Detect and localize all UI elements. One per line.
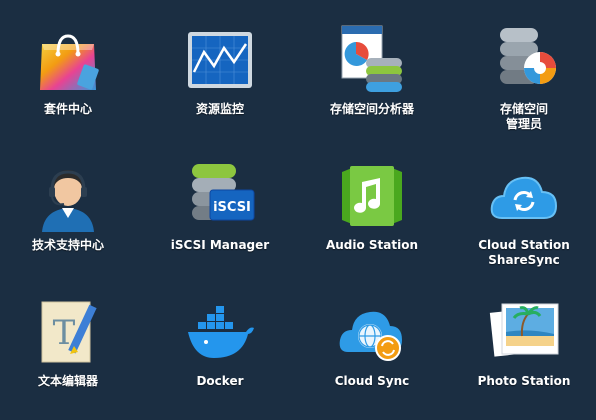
app-resource-monitor[interactable]: 资源监控 [150, 24, 290, 117]
cloud-sync-icon [339, 311, 402, 361]
resource-monitor-icon [188, 32, 252, 88]
audio-station-icon [342, 166, 402, 226]
app-support-center[interactable]: 技术支持中心 [0, 160, 138, 253]
app-label: Photo Station [477, 374, 571, 388]
app-audio-station[interactable]: Audio Station [302, 160, 442, 253]
app-storage-analyzer[interactable]: 存储空间分析器 [302, 24, 442, 117]
app-label: Cloud Station [478, 238, 570, 252]
package-center-icon [40, 34, 99, 90]
app-label-line2: 管理员 [505, 117, 542, 131]
storage-analyzer-icon [341, 25, 402, 92]
svg-text:iSCSI: iSCSI [213, 200, 251, 215]
app-label: 存储空间 [499, 102, 548, 116]
app-label: Cloud Sync [334, 374, 410, 388]
app-label: 文本编辑器 [37, 374, 98, 388]
app-label: iSCSI Manager [170, 238, 270, 252]
text-editor-icon: T [41, 301, 97, 363]
app-label: Docker [196, 374, 244, 388]
app-cloud-station-sharesync[interactable]: Cloud Station ShareSync [454, 160, 594, 268]
app-iscsi-manager[interactable]: iSCSI iSCSI Manager [150, 160, 290, 253]
app-label: 套件中心 [43, 102, 92, 116]
support-center-icon [42, 170, 94, 232]
app-label: 存储空间分析器 [329, 102, 414, 116]
cloud-station-sharesync-icon [490, 176, 558, 219]
docker-icon [188, 306, 254, 358]
app-label: Audio Station [325, 238, 419, 252]
app-grid: 套件中心 资源监控 存储空间分析器 存储空间 管理员 技术支持中心 iSCSI … [0, 0, 596, 420]
photo-station-icon [489, 303, 559, 357]
app-package-center[interactable]: 套件中心 [0, 24, 138, 117]
iscsi-manager-icon: iSCSI [192, 164, 255, 221]
app-storage-manager[interactable]: 存储空间 管理员 [454, 24, 594, 132]
storage-manager-icon [500, 28, 556, 84]
app-label: 技术支持中心 [31, 238, 104, 252]
app-cloud-sync[interactable]: Cloud Sync [302, 296, 442, 389]
app-photo-station[interactable]: Photo Station [454, 296, 594, 389]
app-text-editor[interactable]: T 文本编辑器 [0, 296, 138, 389]
app-label: 资源监控 [195, 102, 244, 116]
app-label-line2: ShareSync [488, 253, 560, 267]
app-docker[interactable]: Docker [150, 296, 290, 389]
